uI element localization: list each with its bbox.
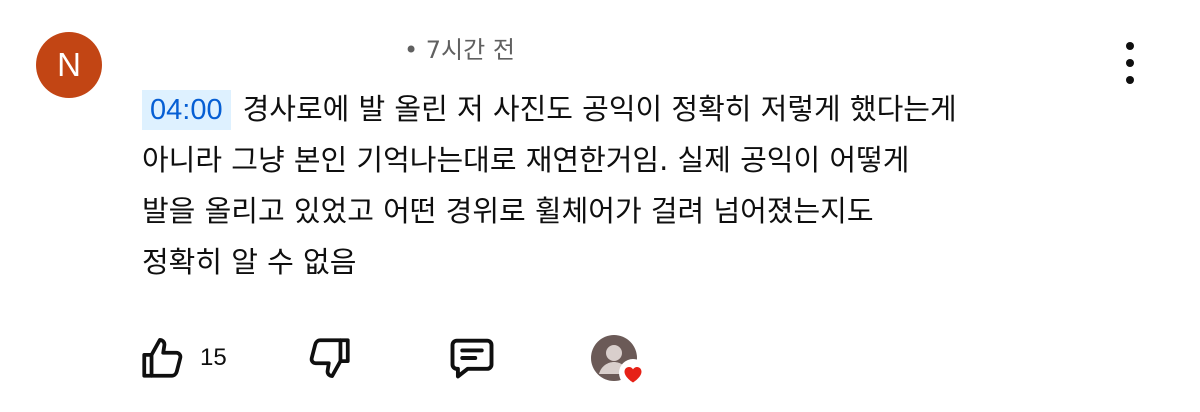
reply-button[interactable]	[446, 330, 498, 386]
comment-author-avatar[interactable]: N	[36, 32, 102, 98]
dislike-button[interactable]	[304, 330, 354, 386]
more-vert-icon-dot	[1126, 59, 1134, 67]
like-button[interactable]: 15	[138, 330, 227, 386]
comment-body: 04:00 경사로에 발 올린 저 사진도 공익이 정확히 저렇게 했다는게 아니…	[142, 84, 1152, 288]
creator-avatar	[590, 334, 647, 387]
avatar-letter: N	[57, 46, 81, 83]
comment-time: • 7시간 전	[404, 36, 515, 64]
reply-icon	[450, 338, 494, 379]
timestamp-link[interactable]: 04:00	[142, 90, 231, 130]
creator-heart	[590, 330, 650, 387]
comment-line-1: 04:00 경사로에 발 올린 저 사진도 공익이 정확히 저렇게 했다는게	[142, 84, 1152, 135]
creator-heart-icon	[619, 359, 647, 387]
comment-actions: 15	[138, 330, 668, 387]
comment-line-4: 정확히 알 수 없음	[142, 245, 357, 279]
more-vert-icon-dot	[1126, 76, 1134, 84]
like-count: 15	[200, 344, 227, 371]
comment-line-2: 아니라 그냥 본인 기억나는대로 재연한거임. 실제 공익이 어떻게	[142, 143, 910, 177]
comment-line-3: 발을 올리고 있었고 어떤 경위로 휠체어가 걸려 넘어졌는지도	[142, 194, 874, 228]
thumbs-up-icon	[142, 338, 183, 378]
comment-line-1-text: 경사로에 발 올린 저 사진도 공익이 정확히 저렇게 했다는게	[242, 92, 957, 126]
more-options-button[interactable]	[1117, 42, 1143, 84]
more-vert-icon-dot	[1126, 42, 1134, 50]
thumbs-down-icon	[309, 338, 350, 378]
